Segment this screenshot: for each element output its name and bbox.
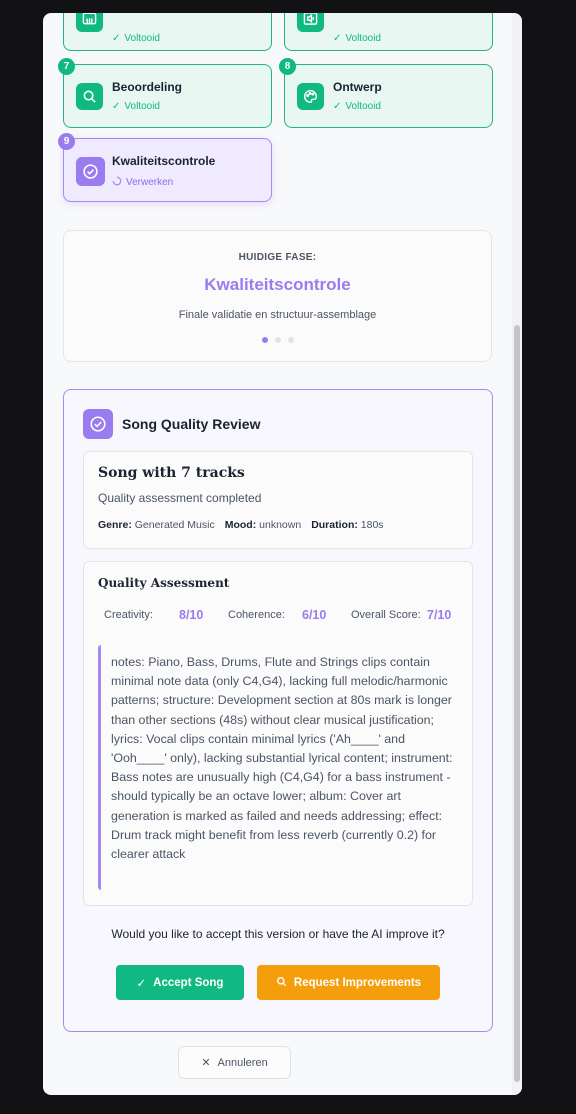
search-icon	[76, 83, 103, 110]
creativity-label: Creativity:	[104, 609, 153, 621]
check-icon: ✓	[333, 33, 342, 44]
close-icon: ✕	[201, 1057, 211, 1069]
song-title: Song with 7 tracks	[98, 465, 245, 481]
current-phase-card: HUIDIGE FASE: Kwaliteitscontrole Finale …	[63, 230, 492, 362]
progress-dot	[274, 337, 281, 343]
stage-title: Ontwerp	[333, 80, 382, 94]
speaker-icon	[297, 13, 324, 32]
stage-card-kwaliteitscontrole: Kwaliteitscontrole Verwerken	[63, 138, 272, 202]
stage-title: Beoordeling	[112, 80, 183, 94]
overall-score: 7/10	[427, 608, 452, 622]
duration-meta: Duration: 180s	[311, 519, 384, 531]
stage-number-badge: 7	[58, 58, 75, 75]
stage-card-audio: ✓ Voltooid	[284, 13, 493, 51]
stage-title: Kwaliteitscontrole	[112, 154, 216, 168]
assessment-notes: notes: Piano, Bass, Drums, Flute and Str…	[98, 645, 453, 890]
scrollbar-thumb[interactable]	[514, 325, 520, 1082]
coherence-label: Coherence:	[228, 609, 285, 621]
mood-meta: Mood: unknown	[224, 519, 302, 531]
creativity-score: 8/10	[179, 608, 204, 622]
stage-card-piano: ✓ Voltooid	[63, 13, 272, 51]
stage-number-badge: 9	[58, 133, 75, 150]
progress-dot	[261, 337, 268, 343]
phase-description: Finale validatie en structuur-assemblage	[178, 309, 377, 321]
phase-progress-dots	[64, 337, 491, 343]
song-subtitle: Quality assessment completed	[98, 491, 262, 505]
song-summary-card: Song with 7 tracks Quality assessment co…	[83, 451, 473, 549]
review-title: Song Quality Review	[122, 416, 261, 432]
pipeline-panel: ✓ Voltooid ✓ Voltooid Beoordeling ✓ Voltooi…	[43, 13, 522, 1095]
stage-status: ✓ Voltooid	[112, 101, 160, 112]
check-icon: ✓	[112, 101, 121, 112]
check-icon: ✓	[112, 33, 121, 44]
progress-dot	[287, 337, 294, 343]
check-circle-icon	[83, 409, 113, 439]
overall-score-label: Overall Score:	[351, 609, 421, 621]
stage-status: ✓ Voltooid	[112, 33, 160, 44]
assessment-title: Quality Assessment	[98, 576, 230, 590]
stage-status: Verwerken	[112, 176, 173, 189]
review-question: Would you like to accept this version or…	[111, 927, 445, 941]
coherence-score: 6/10	[302, 608, 327, 622]
accept-song-button[interactable]: ✓ Accept Song	[116, 965, 244, 1000]
check-icon: ✓	[333, 101, 342, 112]
request-improvements-button[interactable]: Request Improvements	[257, 965, 440, 1000]
spinner-icon	[112, 176, 122, 189]
stage-card-ontwerp: Ontwerp ✓ Voltooid	[284, 64, 493, 128]
stage-status: ✓ Voltooid	[333, 101, 381, 112]
search-icon	[276, 976, 287, 990]
stage-status: ✓ Voltooid	[333, 33, 381, 44]
phase-name: Kwaliteitscontrole	[204, 275, 351, 294]
song-meta: Genre: Generated Music Mood: unknown Dur…	[98, 519, 384, 531]
palette-icon	[297, 83, 324, 110]
stage-card-beoordeling: Beoordeling ✓ Voltooid	[63, 64, 272, 128]
piano-icon	[76, 13, 103, 32]
phase-label: HUIDIGE FASE:	[238, 252, 317, 263]
quality-assessment-card: Quality Assessment Creativity: 8/10 Cohe…	[83, 561, 473, 906]
stage-number-badge: 8	[279, 58, 296, 75]
cancel-button[interactable]: ✕ Annuleren	[178, 1046, 291, 1079]
check-circle-icon	[76, 157, 105, 186]
genre-meta: Genre: Generated Music	[98, 519, 215, 531]
check-icon: ✓	[136, 977, 147, 990]
song-quality-review: Song Quality Review Song with 7 tracks Q…	[63, 389, 493, 1032]
